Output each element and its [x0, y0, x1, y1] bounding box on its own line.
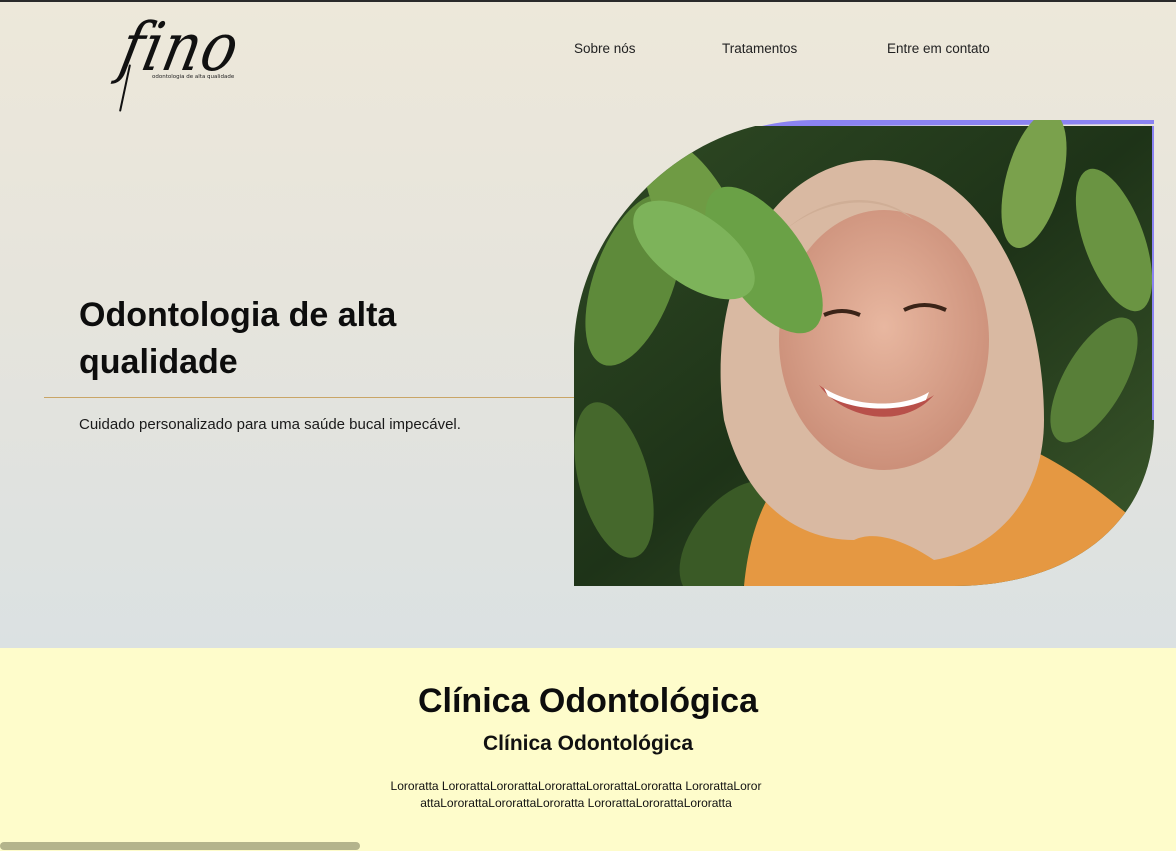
logo-tagline: odontologia de alta qualidade	[152, 74, 235, 80]
clinic-section-title: Clínica Odontológica	[417, 682, 759, 720]
clinic-section: Clínica Odontológica Clínica Odontológic…	[0, 648, 1176, 851]
nav-link-tratamentos[interactable]: Tratamentos	[722, 41, 797, 56]
nav-link-sobre-nos[interactable]: Sobre nós	[574, 41, 636, 56]
hero-subtitle: Cuidado personalizado para uma saúde buc…	[79, 416, 461, 433]
accent-edge	[1152, 126, 1154, 420]
hero-photo	[574, 120, 1154, 586]
horizontal-scrollbar[interactable]	[0, 842, 360, 850]
brand-logo[interactable]: fino odontologia de alta qualidade	[114, 8, 247, 116]
hero-section: fino odontologia de alta qualidade Sobre…	[0, 2, 1176, 648]
clinic-section-body: Lororatta LororattaLororattaLororattaLor…	[390, 779, 762, 810]
nav-link-contato[interactable]: Entre em contato	[887, 41, 990, 56]
clinic-section-subtitle: Clínica Odontológica	[482, 732, 693, 755]
main-nav: Sobre nós Tratamentos Entre em contato	[0, 41, 1176, 61]
hero-title: Odontologia de alta qualidade	[79, 296, 397, 381]
landing-page: fino odontologia de alta qualidade Sobre…	[0, 2, 1176, 851]
hero-photo-illustration	[574, 120, 1154, 586]
